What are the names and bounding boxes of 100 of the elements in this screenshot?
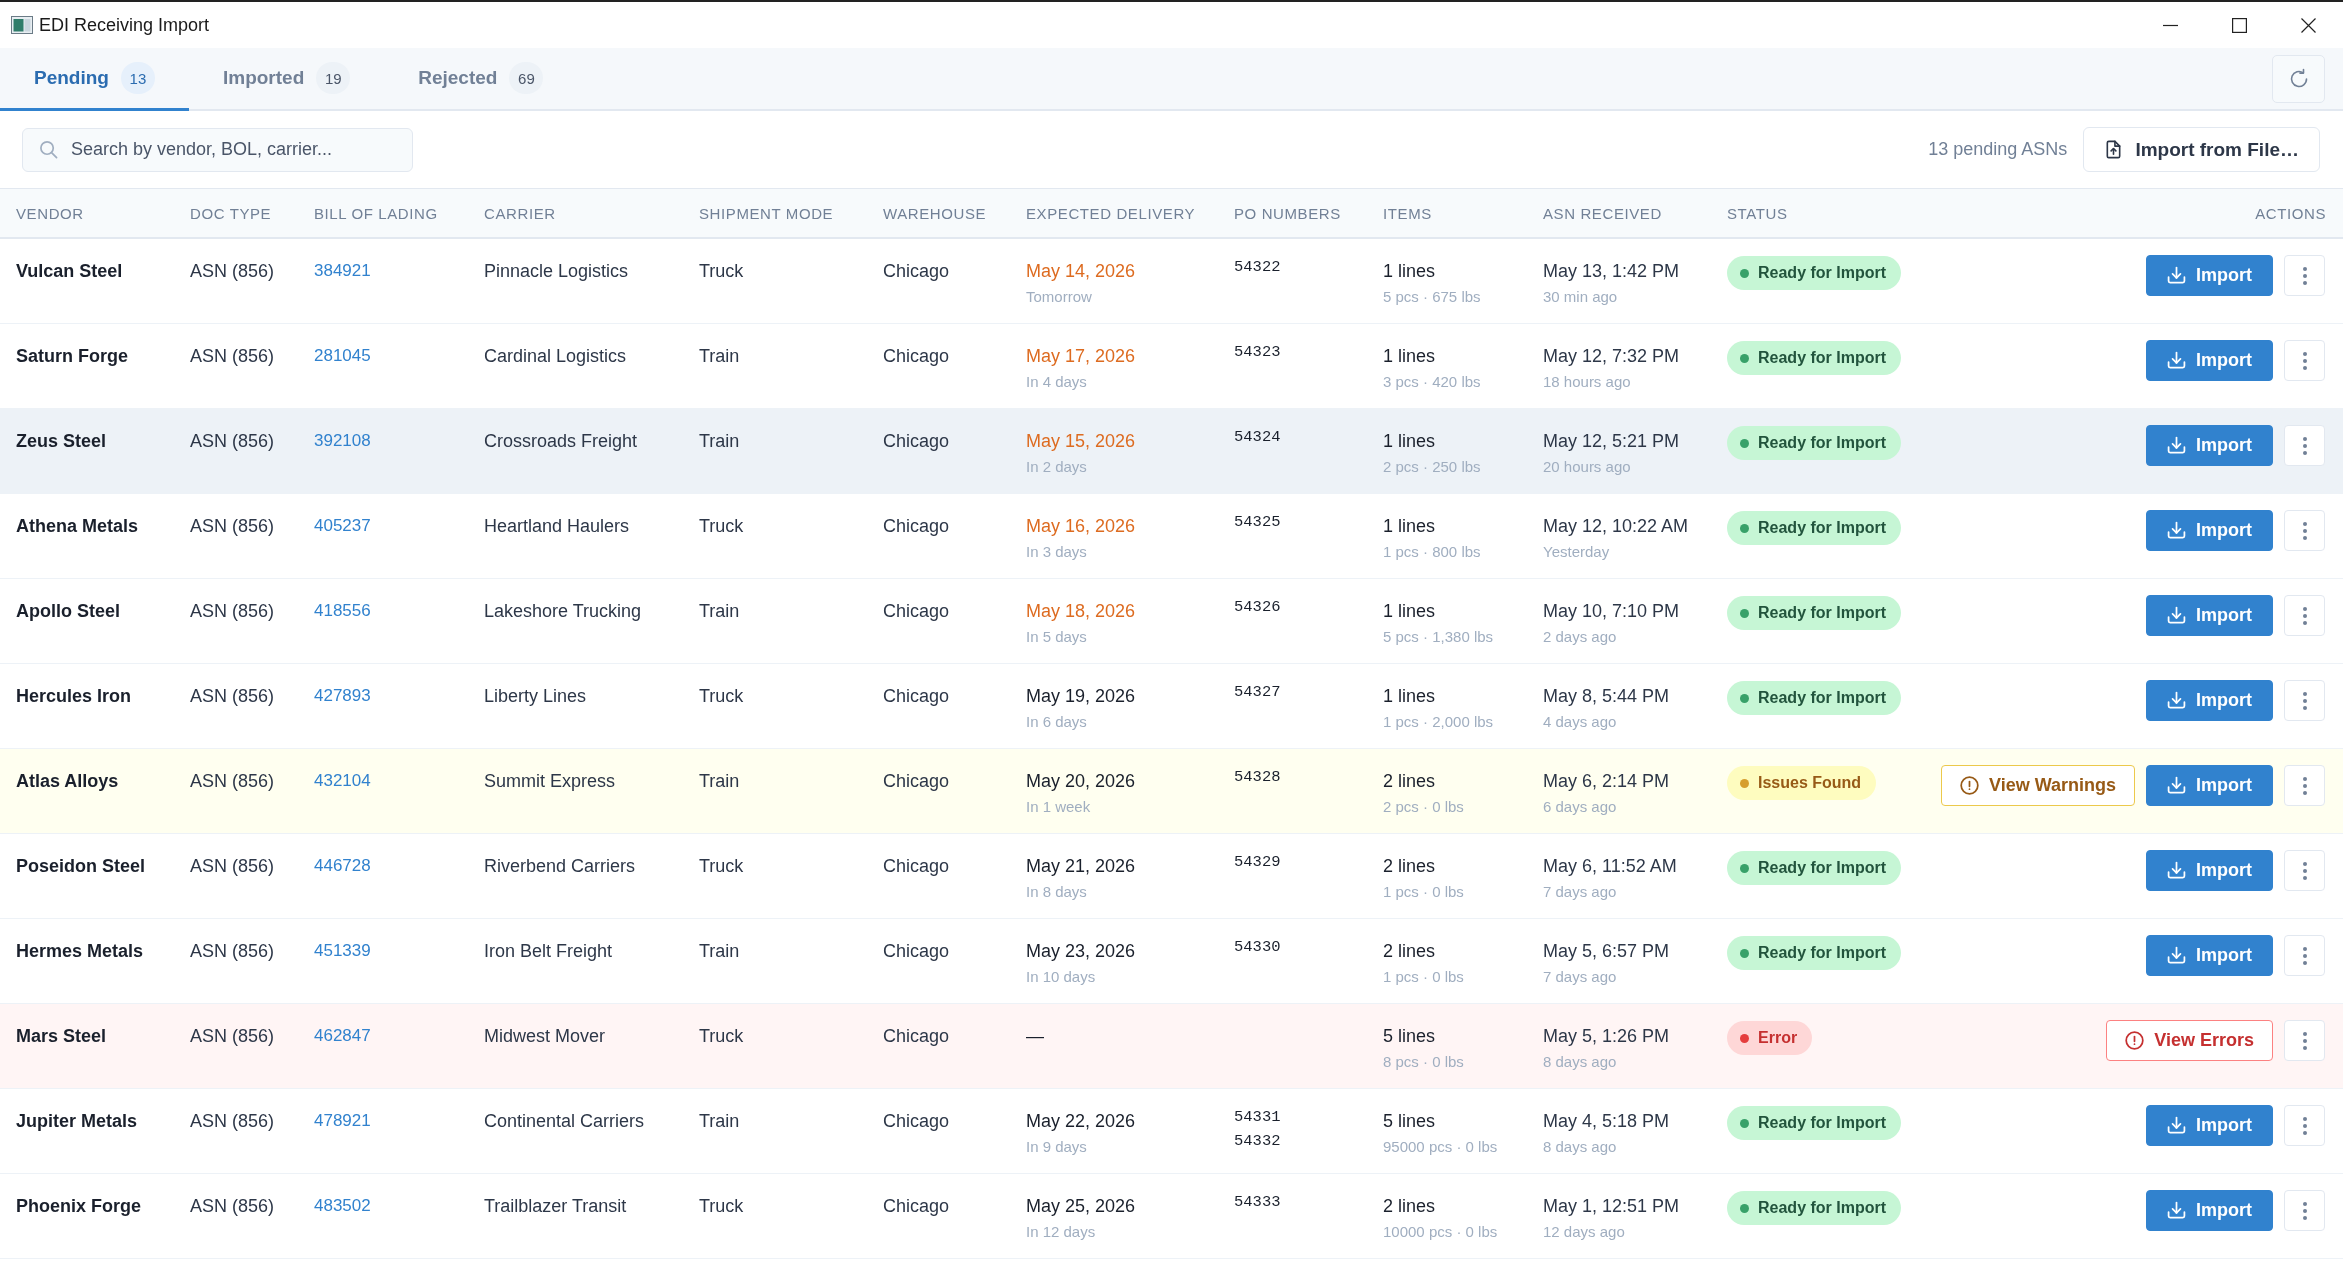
delivery-relative-time: In 2 days: [1026, 457, 1087, 476]
status-dot-icon: [1740, 353, 1749, 363]
item-summary: 1 pcs · 0 lbs: [1383, 882, 1464, 901]
import-button[interactable]: Import: [2146, 255, 2273, 296]
status-dot-icon: [1740, 948, 1749, 958]
vertical-dots-icon: [2302, 1031, 2307, 1050]
more-button[interactable]: [2284, 1105, 2325, 1146]
more-button[interactable]: [2284, 1190, 2325, 1231]
line-count: 2 lines: [1383, 770, 1436, 792]
line-count: 1 lines: [1383, 685, 1436, 707]
more-button[interactable]: [2284, 765, 2325, 806]
more-button[interactable]: [2284, 1020, 2325, 1061]
doc-type: ASN (856): [190, 515, 275, 537]
line-count: 5 lines: [1383, 1025, 1436, 1047]
delivery-date: May 25, 2026: [1026, 1195, 1136, 1217]
status-badge: Error: [1727, 1021, 1813, 1055]
received-time: May 1, 12:51 PM: [1543, 1195, 1680, 1217]
import-button[interactable]: Import: [2146, 595, 2273, 636]
bol-link[interactable]: 451339: [314, 940, 371, 962]
close-icon[interactable]: [2301, 17, 2316, 33]
bol-link[interactable]: 483502: [314, 1195, 371, 1217]
import-button[interactable]: Import: [2146, 935, 2273, 976]
vendor-name: Apollo Steel: [16, 600, 120, 622]
bol-link[interactable]: 281045: [314, 345, 371, 367]
import-button[interactable]: Import: [2146, 680, 2273, 721]
view-warnings-button[interactable]: View Warnings: [1940, 765, 2135, 806]
received-time: May 4, 5:18 PM: [1543, 1110, 1670, 1132]
received-relative-time: 6 days ago: [1543, 797, 1617, 816]
more-button[interactable]: [2284, 595, 2325, 636]
column-header: WAREHOUSE: [882, 204, 988, 222]
shipment-mode: Truck: [699, 1195, 744, 1217]
column-header: CARRIER: [483, 204, 557, 222]
tab[interactable]: Imported 19: [188, 48, 385, 111]
more-button[interactable]: [2284, 935, 2325, 976]
doc-type: ASN (856): [190, 600, 275, 622]
import-button[interactable]: Import: [2146, 510, 2273, 551]
more-button[interactable]: [2284, 850, 2325, 891]
doc-type: ASN (856): [190, 940, 275, 962]
po-number: 54322: [1234, 257, 1281, 277]
line-count: 1 lines: [1383, 345, 1436, 367]
import-button[interactable]: Import: [2146, 765, 2273, 806]
item-summary: 10000 pcs · 0 lbs: [1383, 1222, 1498, 1241]
tab[interactable]: Rejected 69: [384, 48, 578, 111]
shipment-mode: Truck: [699, 260, 744, 282]
view-errors-button[interactable]: View Errors: [2106, 1020, 2273, 1061]
bol-link[interactable]: 478921: [314, 1110, 371, 1132]
import-button[interactable]: Import: [2146, 1105, 2273, 1146]
shipment-mode: Train: [699, 940, 740, 962]
po-number: 54327: [1234, 682, 1281, 702]
more-button[interactable]: [2284, 680, 2325, 721]
more-button[interactable]: [2284, 510, 2325, 551]
status-badge: Ready for Import: [1727, 256, 1901, 290]
vertical-dots-icon: [2302, 861, 2307, 880]
more-button[interactable]: [2284, 340, 2325, 381]
more-button[interactable]: [2284, 425, 2325, 466]
bol-link[interactable]: 446728: [314, 855, 371, 877]
status-badge: Ready for Import: [1727, 426, 1901, 460]
status-dot-icon: [1740, 1203, 1749, 1213]
import-button[interactable]: Import: [2146, 340, 2273, 381]
warehouse-name: Chicago: [883, 940, 950, 962]
vendor-name: Hermes Metals: [16, 940, 144, 962]
delivery-relative-time: In 10 days: [1026, 967, 1096, 986]
received-time: May 13, 1:42 PM: [1543, 260, 1680, 282]
bol-link[interactable]: 418556: [314, 600, 371, 622]
status-dot-icon: [1740, 268, 1749, 278]
received-time: May 5, 6:57 PM: [1543, 940, 1670, 962]
bol-link[interactable]: 427893: [314, 685, 371, 707]
tab[interactable]: Pending 13: [0, 48, 189, 111]
import-button[interactable]: Import: [2146, 850, 2273, 891]
column-header: SHIPMENT MODE: [698, 204, 835, 222]
import-button[interactable]: Import: [2146, 1190, 2273, 1231]
received-time: May 10, 7:10 PM: [1543, 600, 1680, 622]
more-button[interactable]: [2284, 255, 2325, 296]
status-dot-icon: [1740, 863, 1749, 873]
doc-type: ASN (856): [190, 685, 275, 707]
po-number: 54332: [1234, 1131, 1281, 1151]
window-title: EDI Receiving Import: [39, 14, 210, 36]
po-number: 54329: [1234, 852, 1281, 872]
shipment-mode: Truck: [699, 685, 744, 707]
import-button[interactable]: Import: [2146, 425, 2273, 466]
search-field[interactable]: Search by vendor, BOL, carrier...: [22, 127, 413, 172]
delivery-relative-time: In 5 days: [1026, 627, 1087, 646]
bol-link[interactable]: 462847: [314, 1025, 371, 1047]
alert-circle-icon: [2125, 1031, 2145, 1050]
shipment-mode: Truck: [699, 515, 744, 537]
maximize-icon[interactable]: [2232, 17, 2247, 33]
bol-link[interactable]: 405237: [314, 515, 371, 537]
received-relative-time: 18 hours ago: [1543, 372, 1631, 391]
bol-link[interactable]: 432104: [314, 770, 371, 792]
bol-link[interactable]: 392108: [314, 430, 371, 452]
refresh-button[interactable]: [2272, 54, 2325, 103]
column-header: PO NUMBERS: [1233, 204, 1342, 222]
item-summary: 1 pcs · 2,000 lbs: [1383, 712, 1494, 731]
bol-link[interactable]: 384921: [314, 260, 371, 282]
import-from-file-button[interactable]: Import from File…: [2083, 127, 2320, 172]
download-icon: [2167, 691, 2186, 710]
item-summary: 5 pcs · 675 lbs: [1383, 287, 1481, 306]
status-dot-icon: [1740, 1033, 1749, 1043]
doc-type: ASN (856): [190, 260, 275, 282]
received-relative-time: 8 days ago: [1543, 1137, 1617, 1156]
